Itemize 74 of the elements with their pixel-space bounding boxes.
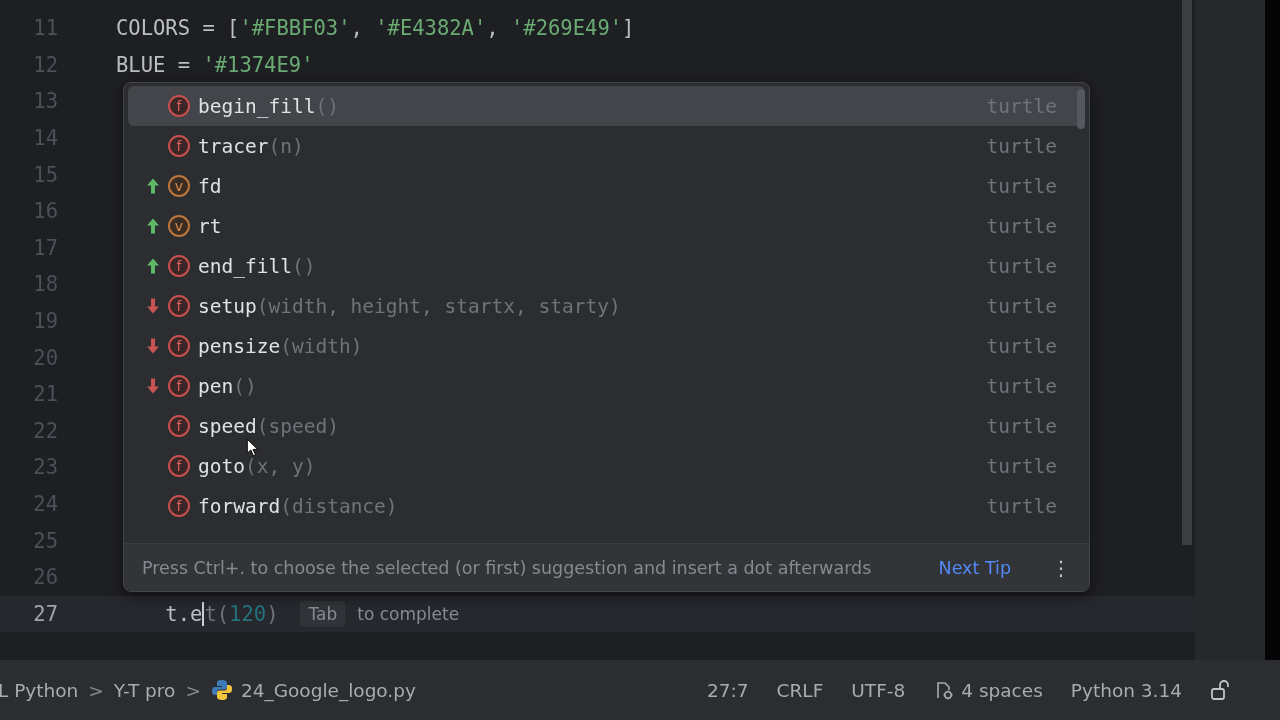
function-icon: f	[168, 95, 190, 117]
down-arrow-icon	[147, 297, 159, 315]
suggestion-item[interactable]: f forward(distance) turtle	[128, 486, 1085, 526]
suggestion-name: fd	[198, 174, 222, 198]
suggestion-item[interactable]: f setup(width, height, startx, starty) turtle	[128, 286, 1085, 326]
breadcrumb-item[interactable]: Y-T pro	[113, 679, 176, 701]
suggestion-name: forward(distance)	[198, 494, 398, 518]
module-name: turtle	[986, 334, 1057, 358]
suggestion-name: tracer(n)	[198, 134, 304, 158]
suggestion-name: pensize(width)	[198, 334, 363, 358]
suggestion-name: end_fill()	[198, 254, 316, 278]
indent-setting[interactable]: 4 spaces	[961, 679, 1043, 701]
module-name: turtle	[986, 374, 1057, 398]
function-icon: f	[168, 255, 190, 277]
file-encoding[interactable]: UTF-8	[851, 679, 906, 701]
down-arrow-icon	[147, 337, 159, 355]
cursor-position[interactable]: 27:7	[707, 679, 749, 701]
code-line: COLORS = ['#FBBF03', '#E4382A', '#269E49']	[116, 16, 635, 41]
function-icon: f	[168, 335, 190, 357]
mouse-pointer-icon	[246, 438, 260, 457]
function-icon: f	[168, 295, 190, 317]
module-name: turtle	[986, 494, 1057, 518]
module-name: turtle	[986, 294, 1057, 318]
suggestion-name: pen()	[198, 374, 257, 398]
tab-key-badge: Tab	[300, 600, 346, 627]
suggestion-item[interactable]: f goto(x, y) turtle	[128, 446, 1085, 486]
python-file-icon	[210, 679, 233, 701]
module-name: turtle	[986, 254, 1057, 278]
breadcrumb-item[interactable]: L Python	[0, 679, 79, 701]
module-name: turtle	[986, 214, 1057, 238]
suggestion-item[interactable]: f pen() turtle	[128, 366, 1085, 406]
scrollbar[interactable]	[1182, 0, 1192, 545]
up-arrow-icon	[147, 177, 159, 195]
suggestion-name: rt	[198, 214, 222, 238]
tip-text: Press Ctrl+. to choose the selected (or first) suggestion and insert a dot afterwards	[142, 557, 872, 578]
module-name: turtle	[986, 174, 1057, 198]
function-icon: f	[168, 495, 190, 517]
line-ending[interactable]: CRLF	[776, 679, 824, 701]
code-line: t.e	[164, 601, 203, 626]
up-arrow-icon	[147, 217, 159, 235]
python-interpreter[interactable]: Python 3.14	[1070, 679, 1182, 701]
line-number: 27	[32, 601, 58, 626]
suggestion-item[interactable]: f speed(speed) turtle	[128, 406, 1085, 446]
variable-icon: v	[168, 175, 190, 197]
function-icon: f	[168, 135, 190, 157]
lock-icon[interactable]	[1210, 679, 1230, 701]
module-name: turtle	[986, 414, 1057, 438]
suggestion-name: speed(speed)	[198, 414, 339, 438]
code-line: BLUE = '#1374E9'	[116, 52, 314, 77]
up-arrow-icon	[147, 257, 159, 275]
suggestion-item[interactable]: f tracer(n) turtle	[128, 126, 1085, 166]
more-menu-button[interactable]: ⋮	[1051, 555, 1071, 580]
hint-text: to complete	[357, 603, 460, 624]
suggestion-item[interactable]: f end_fill() turtle	[128, 246, 1085, 286]
suggestion-item[interactable]: v rt turtle	[128, 206, 1085, 246]
scrollbar[interactable]	[1077, 89, 1085, 129]
breadcrumb-separator: >	[185, 679, 201, 701]
suggestion-item[interactable]: v fd turtle	[128, 166, 1085, 206]
next-tip-link[interactable]: Next Tip	[938, 557, 1011, 578]
text-cursor	[202, 601, 205, 626]
breadcrumb-separator: >	[88, 679, 104, 701]
function-icon: f	[168, 415, 190, 437]
breadcrumb-item[interactable]: 24_Google_logo.py	[240, 679, 416, 701]
module-name: turtle	[986, 134, 1057, 158]
variable-icon: v	[168, 215, 190, 237]
function-icon: f	[168, 375, 190, 397]
module-name: turtle	[986, 454, 1057, 478]
down-arrow-icon	[147, 377, 159, 395]
suggestion-name: goto(x, y)	[198, 454, 316, 478]
inline-suggestion: t(120)	[204, 601, 279, 626]
suggestion-name: begin_fill()	[198, 94, 339, 118]
suggestion-name: setup(width, height, startx, starty)	[198, 294, 621, 318]
function-icon: f	[168, 455, 190, 477]
suggestion-item[interactable]: f pensize(width) turtle	[128, 326, 1085, 366]
